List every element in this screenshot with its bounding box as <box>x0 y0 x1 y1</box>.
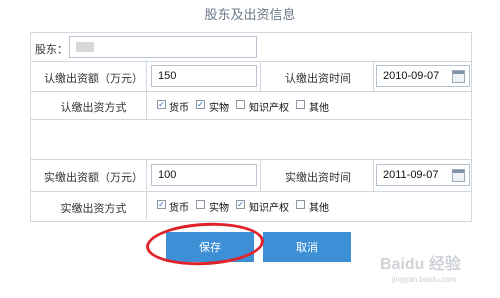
subscribed-time-input[interactable]: 2010-09-07 <box>376 65 470 87</box>
divider <box>373 159 374 191</box>
subscribed-amount-input[interactable]: 150 <box>151 65 257 87</box>
calendar-icon[interactable] <box>452 169 465 182</box>
subscribed-time-label: 认缴出资时间 <box>285 73 351 85</box>
paid-method-currency-checkbox[interactable]: ✓ <box>157 200 166 209</box>
shareholder-label: 股东： <box>35 44 68 56</box>
subscribed-method-other-checkbox[interactable] <box>296 100 305 109</box>
divider <box>146 159 147 191</box>
paid-time-value: 2011-09-07 <box>383 169 439 181</box>
spacer-row <box>31 119 471 160</box>
paid-time-label: 实缴出资时间 <box>285 172 351 184</box>
subscribed-amount-label: 认缴出资额（万元） <box>44 73 143 85</box>
paid-method-ip-checkbox[interactable]: ✓ <box>236 200 245 209</box>
paid-method-currency-label: 货币 <box>169 203 189 214</box>
shareholder-row: 股东： <box>31 33 471 62</box>
paid-method-ip-label: 知识产权 <box>249 203 289 214</box>
cancel-button[interactable]: 取消 <box>263 232 351 262</box>
subscribed-time-value: 2010-09-07 <box>383 70 440 82</box>
divider <box>146 61 147 91</box>
subscribed-method-ip-checkbox[interactable] <box>236 100 245 109</box>
divider <box>146 91 147 119</box>
subscribed-method-currency-label: 货币 <box>169 103 189 114</box>
divider <box>373 61 374 91</box>
divider <box>146 191 147 220</box>
subscribed-method-other-label: 其他 <box>309 103 329 114</box>
investment-form: 股东： 认缴出资额（万元） 150 认缴出资时间 2010-09-07 认缴出资… <box>30 32 472 222</box>
paid-method-physical-checkbox[interactable] <box>196 200 205 209</box>
subscribed-method-label: 认缴出资方式 <box>60 102 127 114</box>
paid-amount-row: 实缴出资额（万元） 100 实缴出资时间 2011-09-07 <box>31 159 471 192</box>
paid-amount-label: 实缴出资额（万元） <box>44 172 143 184</box>
section-header: 股东及出资信息 <box>0 0 500 30</box>
paid-method-other-checkbox[interactable] <box>296 200 305 209</box>
subscribed-method-row: 认缴出资方式 ✓ 货币 ✓ 实物 知识产权 其他 <box>31 91 471 120</box>
subscribed-method-ip-label: 知识产权 <box>249 103 289 114</box>
subscribed-amount-row: 认缴出资额（万元） 150 认缴出资时间 2010-09-07 <box>31 61 471 92</box>
watermark-logo: Baidu 经验 <box>380 256 461 273</box>
section-title: 股东及出资信息 <box>204 7 296 22</box>
calendar-icon[interactable] <box>452 70 465 83</box>
subscribed-method-currency-checkbox[interactable]: ✓ <box>157 100 166 109</box>
subscribed-method-physical-checkbox[interactable]: ✓ <box>196 100 205 109</box>
shareholder-input[interactable] <box>69 36 257 58</box>
paid-time-input[interactable]: 2011-09-07 <box>376 164 470 186</box>
paid-method-label: 实缴出资方式 <box>60 203 127 215</box>
paid-method-physical-label: 实物 <box>209 203 229 214</box>
divider <box>260 159 261 191</box>
watermark-url: jingyan.baidu.com <box>392 275 457 284</box>
paid-amount-input[interactable]: 100 <box>151 164 257 186</box>
paid-method-row: 实缴出资方式 ✓ 货币 实物 ✓ 知识产权 其他 <box>31 191 471 220</box>
paid-method-other-label: 其他 <box>309 203 329 214</box>
subscribed-method-physical-label: 实物 <box>209 103 229 114</box>
divider <box>260 61 261 91</box>
redacted-name <box>76 42 94 52</box>
